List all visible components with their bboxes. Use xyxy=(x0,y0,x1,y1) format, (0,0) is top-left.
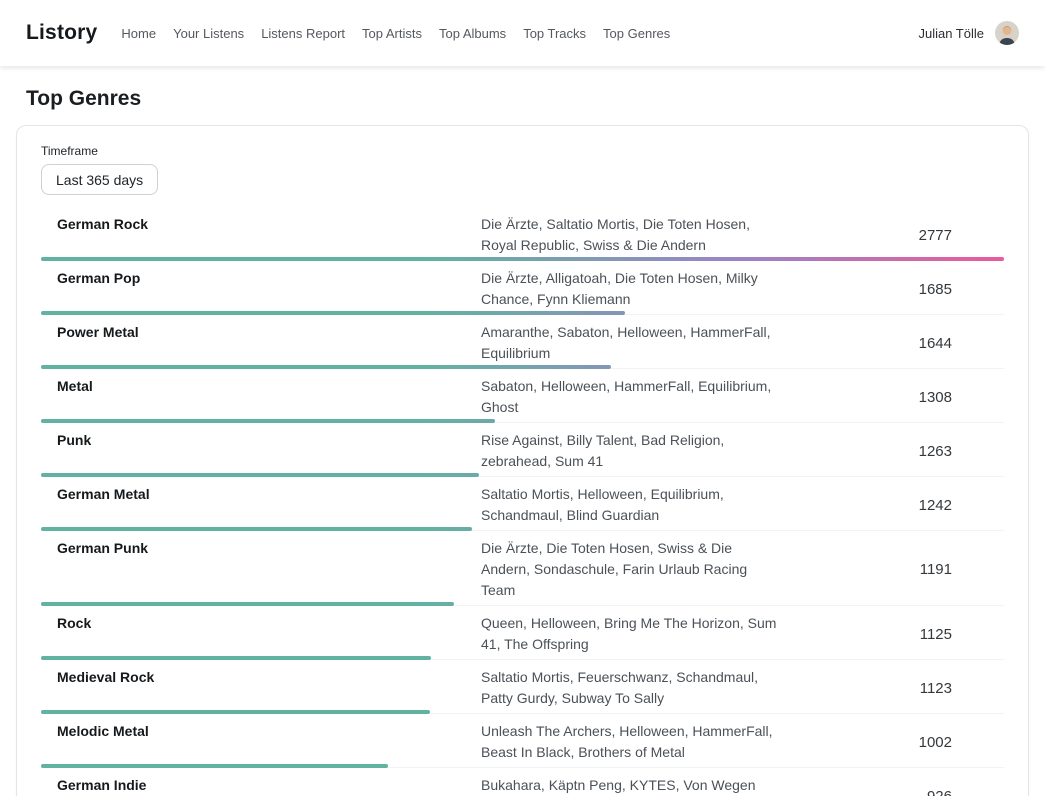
nav-item-home[interactable]: Home xyxy=(121,22,156,45)
user-avatar[interactable] xyxy=(995,21,1019,45)
genre-row: Rock Queen, Helloween, Bring Me The Hori… xyxy=(41,606,1004,660)
genre-artists: Saltatio Mortis, Helloween, Equilibrium,… xyxy=(481,484,783,526)
user-name: Julian Tölle xyxy=(918,26,984,41)
genre-row: German Pop Die Ärzte, Alligatoah, Die To… xyxy=(41,261,1004,315)
genre-count: 1002 xyxy=(783,732,1004,753)
genre-name: Rock xyxy=(41,613,481,634)
genre-artists: Die Ärzte, Saltatio Mortis, Die Toten Ho… xyxy=(481,214,783,256)
genre-row: German Rock Die Ärzte, Saltatio Mortis, … xyxy=(41,207,1004,261)
genre-count: 1644 xyxy=(783,333,1004,354)
genre-name: Melodic Metal xyxy=(41,721,481,742)
genre-row: German Punk Die Ärzte, Die Toten Hosen, … xyxy=(41,531,1004,606)
timeframe-label: Timeframe xyxy=(41,144,1004,158)
genre-artists: Unleash The Archers, Helloween, HammerFa… xyxy=(481,721,783,763)
genre-count: 1685 xyxy=(783,279,1004,300)
genre-row: Power Metal Amaranthe, Sabaton, Hellowee… xyxy=(41,315,1004,369)
genre-name: German Indie xyxy=(41,775,481,796)
genre-row: German Metal Saltatio Mortis, Helloween,… xyxy=(41,477,1004,531)
nav-right: Julian Tölle xyxy=(918,21,1019,45)
nav-item-top-artists[interactable]: Top Artists xyxy=(362,22,422,45)
brand-logo[interactable]: Listory xyxy=(26,21,97,45)
nav-item-top-tracks[interactable]: Top Tracks xyxy=(523,22,586,45)
genre-name: Punk xyxy=(41,430,481,451)
genre-artists: Die Ärzte, Alligatoah, Die Toten Hosen, … xyxy=(481,268,783,310)
genre-row: Melodic Metal Unleash The Archers, Hello… xyxy=(41,714,1004,768)
genre-artists: Sabaton, Helloween, HammerFall, Equilibr… xyxy=(481,376,783,418)
genre-count: 1125 xyxy=(783,624,1004,645)
genre-count: 2777 xyxy=(783,225,1004,246)
genre-artists: Bukahara, Käptn Peng, KYTES, Von Wegen L… xyxy=(481,775,783,796)
genre-row: Medieval Rock Saltatio Mortis, Feuerschw… xyxy=(41,660,1004,714)
genre-row: Metal Sabaton, Helloween, HammerFall, Eq… xyxy=(41,369,1004,423)
genre-count: 1123 xyxy=(783,678,1004,699)
genre-name: Metal xyxy=(41,376,481,397)
genre-name: German Punk xyxy=(41,538,481,559)
genre-count: 1308 xyxy=(783,387,1004,408)
genre-artists: Die Ärzte, Die Toten Hosen, Swiss & Die … xyxy=(481,538,783,601)
nav-item-top-genres[interactable]: Top Genres xyxy=(603,22,670,45)
genre-name: German Metal xyxy=(41,484,481,505)
nav-item-top-albums[interactable]: Top Albums xyxy=(439,22,506,45)
genre-artists: Amaranthe, Sabaton, Helloween, HammerFal… xyxy=(481,322,783,364)
genre-artists: Rise Against, Billy Talent, Bad Religion… xyxy=(481,430,783,472)
page-title: Top Genres xyxy=(26,87,1019,111)
genre-name: German Rock xyxy=(41,214,481,235)
timeframe-select[interactable]: Last 365 days xyxy=(41,164,158,195)
genre-count: 1263 xyxy=(783,441,1004,462)
genre-table: German Rock Die Ärzte, Saltatio Mortis, … xyxy=(41,207,1004,796)
genre-row: Punk Rise Against, Billy Talent, Bad Rel… xyxy=(41,423,1004,477)
navbar: Listory Home Your Listens Listens Report To… xyxy=(0,0,1045,66)
genre-artists: Queen, Helloween, Bring Me The Horizon, … xyxy=(481,613,783,655)
genre-name: Medieval Rock xyxy=(41,667,481,688)
nav-item-listens-report[interactable]: Listens Report xyxy=(261,22,345,45)
genre-artists: Saltatio Mortis, Feuerschwanz, Schandmau… xyxy=(481,667,783,709)
nav-items: Home Your Listens Listens Report Top Artist… xyxy=(121,22,670,45)
genre-count: 1191 xyxy=(783,559,1004,580)
main-content: Top Genres Timeframe Last 365 days Germa… xyxy=(0,66,1045,796)
genres-card: Timeframe Last 365 days German Rock Die … xyxy=(16,125,1029,796)
nav-item-your-listens[interactable]: Your Listens xyxy=(173,22,244,45)
genre-row: German Indie Bukahara, Käptn Peng, KYTES… xyxy=(41,768,1004,796)
avatar-image xyxy=(995,21,1019,45)
genre-name: Power Metal xyxy=(41,322,481,343)
genre-name: German Pop xyxy=(41,268,481,289)
genre-count: 1242 xyxy=(783,495,1004,516)
genre-count: 926 xyxy=(783,786,1004,796)
